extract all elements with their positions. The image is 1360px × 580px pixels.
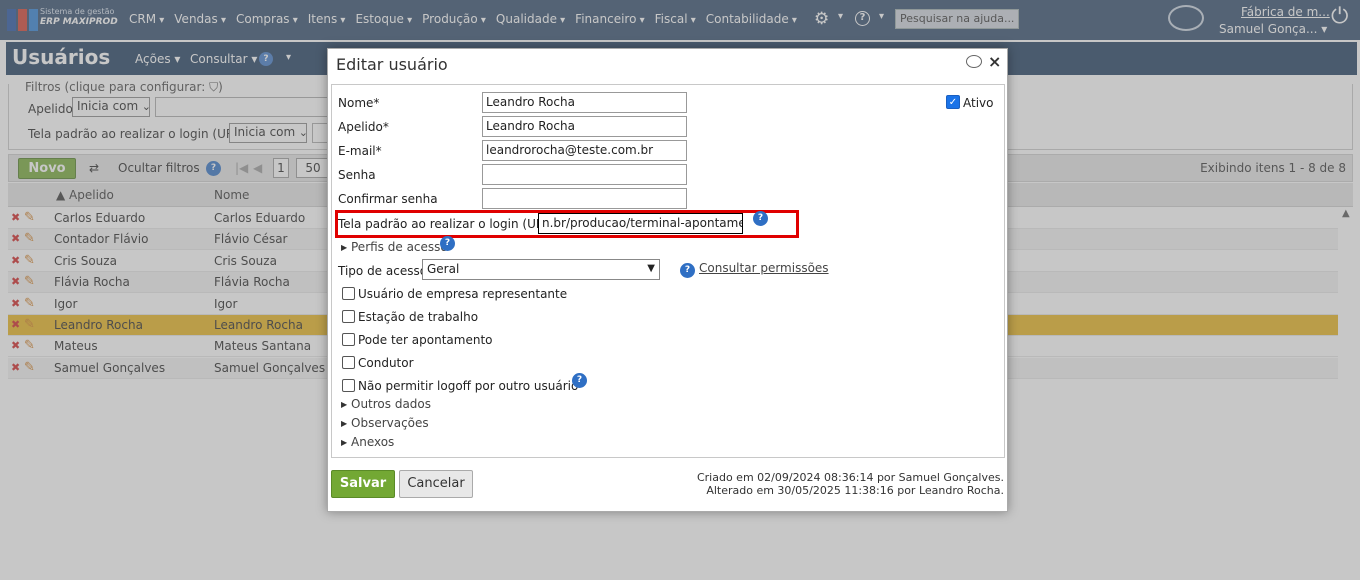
ativo-checkbox[interactable]: ✓ xyxy=(946,95,960,109)
cancelar-button[interactable]: Cancelar xyxy=(399,470,473,498)
checkbox-label: Usuário de empresa representante xyxy=(358,287,568,301)
tipo-acesso-label: Tipo de acesso xyxy=(338,264,428,278)
checkbox-empresa-representante[interactable] xyxy=(342,287,355,300)
confirmar-senha-label: Confirmar senha xyxy=(338,192,438,206)
checkbox-condutor[interactable] xyxy=(342,356,355,369)
senha-field[interactable] xyxy=(482,164,687,185)
senha-label: Senha xyxy=(338,168,376,182)
checkbox-pode-ter-apontamento[interactable] xyxy=(342,333,355,346)
expand-arrow-icon[interactable]: ▶ xyxy=(341,243,347,252)
email-field[interactable]: leandrorocha@teste.com.br xyxy=(482,140,687,161)
outros-dados-toggle[interactable]: Outros dados xyxy=(351,397,431,411)
checkbox-nao-permitir-logoff[interactable] xyxy=(342,379,355,392)
nome-label: Nome* xyxy=(338,96,380,110)
tipo-acesso-select[interactable]: Geral ▼ xyxy=(422,259,660,280)
nome-field[interactable]: Leandro Rocha xyxy=(482,92,687,113)
checkbox-label: Estação de trabalho xyxy=(358,310,479,324)
chat-icon[interactable] xyxy=(966,55,982,68)
expand-arrow-icon[interactable]: ▶ xyxy=(341,438,347,447)
help-icon[interactable]: ? xyxy=(572,373,587,388)
created-info: Criado em 02/09/2024 08:36:14 por Samuel… xyxy=(696,471,1004,484)
dialog-title: Editar usuário xyxy=(336,55,448,74)
observacoes-toggle[interactable]: Observações xyxy=(351,416,429,430)
apelido-label: Apelido* xyxy=(338,120,389,134)
checkbox-estacao-trabalho[interactable] xyxy=(342,310,355,323)
tela-padrao-field[interactable]: n.br/producao/terminal-apontamento xyxy=(538,213,743,234)
tela-padrao-label: Tela padrão ao realizar o login (URL) xyxy=(338,217,556,231)
checkbox-label: Condutor xyxy=(358,356,414,370)
modified-info: Alterado em 30/05/2025 11:38:16 por Lean… xyxy=(706,484,1004,497)
expand-arrow-icon[interactable]: ▶ xyxy=(341,400,347,409)
checkbox-label: Pode ter apontamento xyxy=(358,333,493,347)
salvar-button[interactable]: Salvar xyxy=(331,470,395,498)
dialog-body: Nome* Leandro Rocha Apelido* Leandro Roc… xyxy=(331,84,1005,458)
close-icon[interactable]: × xyxy=(988,52,1001,71)
edit-user-dialog: Editar usuário × Nome* Leandro Rocha Ape… xyxy=(327,48,1008,512)
anexos-toggle[interactable]: Anexos xyxy=(351,435,394,449)
audit-info: Criado em 02/09/2024 08:36:14 por Samuel… xyxy=(697,471,1004,497)
apelido-field[interactable]: Leandro Rocha xyxy=(482,116,687,137)
help-icon[interactable]: ? xyxy=(440,236,455,251)
chevron-down-icon: ▼ xyxy=(647,263,655,274)
ativo-label: Ativo xyxy=(963,96,994,110)
expand-arrow-icon[interactable]: ▶ xyxy=(341,419,347,428)
perfis-acesso-toggle[interactable]: Perfis de acesso xyxy=(351,240,448,254)
consultar-permissoes-link[interactable]: Consultar permissões xyxy=(699,261,829,275)
confirmar-senha-field[interactable] xyxy=(482,188,687,209)
email-label: E-mail* xyxy=(338,144,382,158)
help-icon[interactable]: ? xyxy=(753,211,768,226)
help-icon[interactable]: ? xyxy=(680,263,695,278)
checkbox-label: Não permitir logoff por outro usuário xyxy=(358,379,579,393)
tipo-acesso-value: Geral xyxy=(427,262,460,276)
